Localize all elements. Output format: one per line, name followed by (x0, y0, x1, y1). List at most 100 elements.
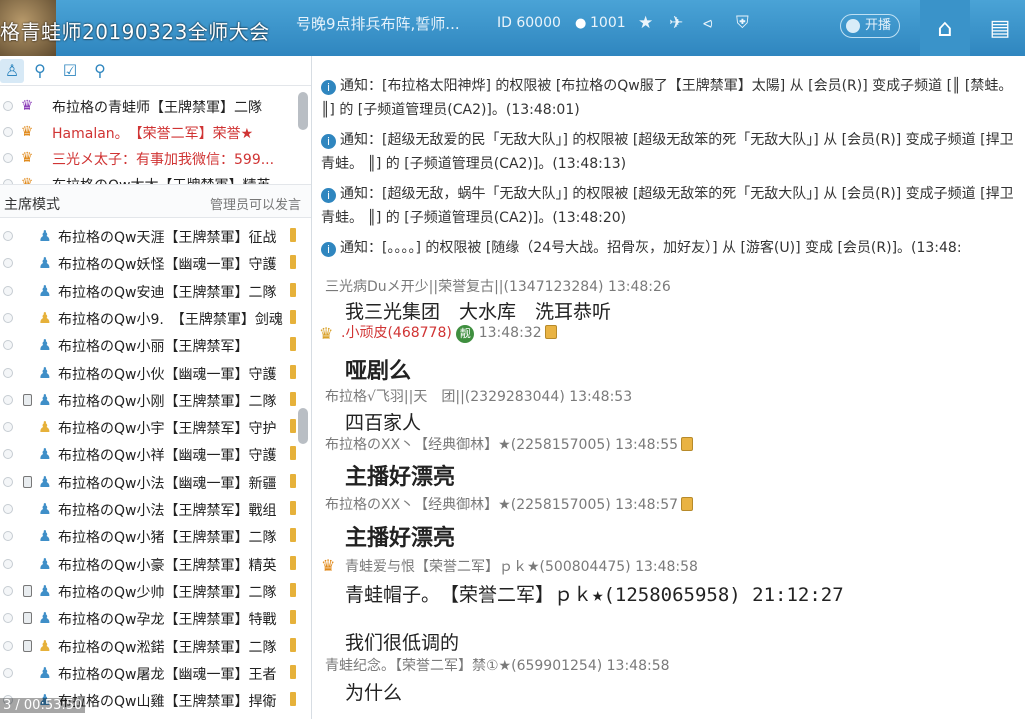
member-tag-icon (290, 528, 296, 543)
admin-row[interactable]: ♛ Hamalan。 【荣誉二军】荣誉★ (0, 120, 300, 144)
sender-name[interactable]: 青蛙纪念。【荣誉二军】禁①★(659901254) 13:48:58 (325, 658, 670, 674)
status-dot (3, 367, 13, 378)
member-tag-icon (290, 610, 296, 625)
member-role-icon: ♟ (38, 281, 52, 300)
member-name: 布拉格のQw淞鍩【王牌禁軍】二隊 (58, 639, 277, 656)
role-icon: ♛ (20, 124, 34, 140)
member-role-icon: ♟ (38, 390, 52, 409)
star-icon[interactable]: ★ (638, 13, 653, 33)
message-sender[interactable]: 布拉格のXX丶【经典御林】★(2258157005) 13:48:55 (325, 434, 694, 454)
member-name: 布拉格のQw山雞【王牌禁軍】捍衛 (58, 694, 277, 711)
member-row[interactable]: ♟ 布拉格のQw小刚【王牌禁軍】二隊 (0, 386, 300, 413)
member-row[interactable]: ♟ 布拉格のQw妖怪【幽魂一軍】守護 (0, 249, 300, 276)
member-row[interactable]: ♟ 布拉格のQw小法【幽魂一軍】新疆 (0, 468, 300, 495)
phone-icon (23, 475, 32, 488)
member-row[interactable]: ♟ 布拉格のQw屠龙【幽魂一軍】王者 (0, 659, 300, 686)
member-row[interactable]: ♟ 布拉格のQw小法【王牌禁军】戰组 (0, 495, 300, 522)
phone-icon (23, 584, 32, 597)
message-sender[interactable]: 布拉格√飞羽||天 团||(2329283044) 13:48:53 (325, 386, 632, 406)
info-icon: i (321, 188, 336, 203)
phone-icon (23, 393, 32, 406)
member-role-icon: ♟ (38, 663, 52, 682)
member-tag-icon (290, 309, 296, 324)
status-dot (3, 231, 13, 241)
sender-name[interactable]: 布拉格のXX丶【经典御林】★(2258157005) 13:48:55 (325, 437, 678, 453)
message-body: 哑剧么 (345, 359, 412, 384)
message-body: 我三光集团 大水库 洗耳恭听 (345, 301, 612, 323)
member-name: 布拉格のQw小9. 【王牌禁軍】剑魂 (58, 311, 283, 328)
message-sender[interactable]: .小顽皮(468778) 靓 13:48:32 (341, 322, 557, 343)
member-role-icon: ♟ (38, 636, 52, 655)
notice-prefix: 通知： (340, 240, 382, 256)
home-button[interactable]: ⌂ (920, 0, 970, 56)
message-body: 为什么 (345, 682, 403, 704)
member-tag-icon (290, 637, 296, 652)
mic-icon (846, 19, 860, 33)
go-live-button[interactable]: 开播 (840, 14, 900, 38)
status-dot (3, 422, 13, 433)
member-name: 布拉格のQw孕龙【王牌禁軍】特戰 (58, 612, 277, 629)
member-tag-icon (290, 282, 296, 297)
member-row[interactable]: ♟ 布拉格のQw淞鍩【王牌禁軍】二隊 (0, 632, 300, 659)
plane-icon[interactable]: ✈ (669, 13, 683, 33)
video-timecode: 3 / 00:53:50 (0, 698, 86, 713)
sender-name[interactable]: 布拉格√飞羽||天 团||(2329283044) 13:48:53 (325, 389, 632, 405)
member-tag-icon (290, 255, 296, 270)
sender-name[interactable]: .小顽皮(468778) (341, 325, 452, 341)
menu-icon: ▤ (989, 15, 1011, 41)
sender-name[interactable]: 三光病Duメ开少||荣誉复古||(1347123284) 13:48:26 (325, 279, 671, 295)
message-body: 主播好漂亮 (345, 526, 456, 551)
message-sender[interactable]: 青蛙爱与恨【荣誉二军】ｐｋ★(500804475) 13:48:58 (345, 556, 698, 576)
admin-list: ♛ 布拉格の青蛙师【王牌禁軍】二隊 ♛ Hamalan。 【荣誉二军】荣誉★ ♛ 三光メ太… (0, 86, 311, 194)
menu-button[interactable]: ▤ (975, 0, 1025, 56)
info-icon: i (321, 80, 336, 95)
status-dot (3, 558, 13, 569)
member-row[interactable]: ♟ 布拉格のQw天涯【王牌禁軍】征战 (0, 222, 300, 249)
member-tag-icon (290, 364, 296, 379)
member-row[interactable]: ♟ 布拉格のQw小猪【王牌禁軍】二隊 (0, 522, 300, 549)
member-name: 布拉格のQw少帅【王牌禁軍】二隊 (58, 584, 277, 601)
search-icon[interactable]: ⚲ (88, 59, 112, 83)
message-sender[interactable]: 青蛙纪念。【荣誉二军】禁①★(659901254) 13:48:58 (325, 655, 670, 675)
notice-text: [布拉格太阳神烨] 的权限被 [布拉格のQw服了【王牌禁軍】太陽] 从 [会员(… (321, 78, 1013, 118)
sender-name[interactable]: 布拉格のXX丶【经典御林】★(2258157005) 13:48:57 (325, 497, 678, 513)
share-icon[interactable]: ⪦ (703, 13, 713, 33)
member-row[interactable]: ♟ 布拉格のQw小丽【王牌禁军】 (0, 331, 300, 358)
phone-icon (23, 639, 32, 652)
member-role-icon: ♟ (38, 336, 52, 355)
member-row[interactable]: ♟ 布拉格のQw孕龙【王牌禁軍】特戰 (0, 604, 300, 631)
shield-icon[interactable]: ⛨ (736, 13, 749, 33)
notice-prefix: 通知： (340, 186, 382, 202)
member-row[interactable]: ♟ 布拉格のQw小祥【幽魂一軍】守護 (0, 440, 300, 467)
room-notice[interactable]: 号晚9点排兵布阵,誓师... (296, 13, 460, 34)
checklist-icon[interactable]: ☑ (58, 59, 82, 83)
member-row[interactable]: ♟ 布拉格のQw小宇【王牌禁军】守护 (0, 413, 300, 440)
member-row[interactable]: ♟ 布拉格のQw小9. 【王牌禁軍】剑魂 (0, 304, 300, 331)
location-icon[interactable]: ⚲ (28, 59, 52, 83)
admin-row[interactable]: ♛ 布拉格の青蛙师【王牌禁軍】二隊 (0, 94, 300, 118)
home-icon: ⌂ (937, 14, 953, 42)
member-row[interactable]: ♟ 布拉格のQw少帅【王牌禁軍】二隊 (0, 577, 300, 604)
member-role-icon: ♟ (38, 554, 52, 573)
member-row[interactable]: ♟ 布拉格のQw安迪【王牌禁軍】二隊 (0, 277, 300, 304)
member-name: 布拉格のQw屠龙【幽魂一軍】王者 (58, 666, 277, 683)
member-name: 布拉格のQw小伙【幽魂一軍】守護 (58, 366, 277, 383)
status-dot (3, 613, 13, 624)
admin-row[interactable]: ♛ 三光メ太子：有事加我微信：599... (0, 146, 300, 170)
message-sender[interactable]: 三光病Duメ开少||荣誉复古||(1347123284) 13:48:26 (325, 276, 671, 296)
member-tag-icon (290, 446, 296, 461)
sender-name[interactable]: 青蛙爱与恨【荣誉二军】ｐｋ★(500804475) 13:48:58 (345, 559, 698, 575)
member-tag-icon (290, 228, 296, 242)
mode-label[interactable]: 主席模式 (4, 194, 60, 214)
mode-bar: 主席模式 管理员可以发言 (0, 184, 311, 218)
message-sender[interactable]: 布拉格のXX丶【经典御林】★(2258157005) 13:48:57 (325, 494, 694, 514)
status-dot (3, 476, 13, 487)
message-body: 主播好漂亮 (345, 465, 456, 490)
status-dot (3, 640, 13, 651)
member-list: ♟ 布拉格のQw天涯【王牌禁軍】征战 ♟ 布拉格のQw妖怪【幽魂一軍】守護 ♟ 布拉格のQ… (0, 218, 311, 718)
status-dot (3, 285, 13, 296)
member-row[interactable]: ♟ 布拉格のQw小伙【幽魂一軍】守護 (0, 359, 300, 386)
user-icon[interactable]: ♙ (0, 59, 24, 83)
member-row[interactable]: ♟ 布拉格のQw小豪【王牌禁軍】精英 (0, 550, 300, 577)
member-role-icon: ♟ (38, 308, 52, 327)
